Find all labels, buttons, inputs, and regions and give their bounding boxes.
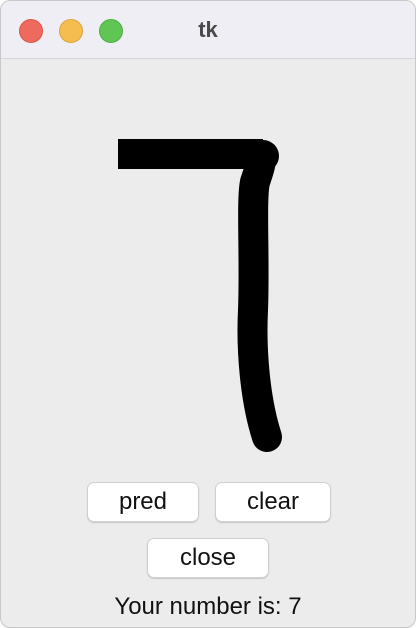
digit-stroke-down: [237, 141, 282, 452]
drawn-digit-strokes: [118, 139, 282, 452]
digit-stroke-top: [118, 139, 263, 169]
window-title: tk: [198, 17, 218, 42]
pred-button[interactable]: pred: [87, 482, 199, 522]
clear-button[interactable]: clear: [215, 482, 331, 522]
drawing-canvas[interactable]: [1, 60, 415, 470]
title-bar: tk: [1, 1, 415, 59]
prediction-result-label: Your number is: 7: [114, 593, 302, 620]
close-button[interactable]: close: [147, 538, 269, 578]
digit-stroke-corner: [247, 140, 279, 172]
app-window: tk pred clear close Your number is: 7: [0, 0, 416, 628]
